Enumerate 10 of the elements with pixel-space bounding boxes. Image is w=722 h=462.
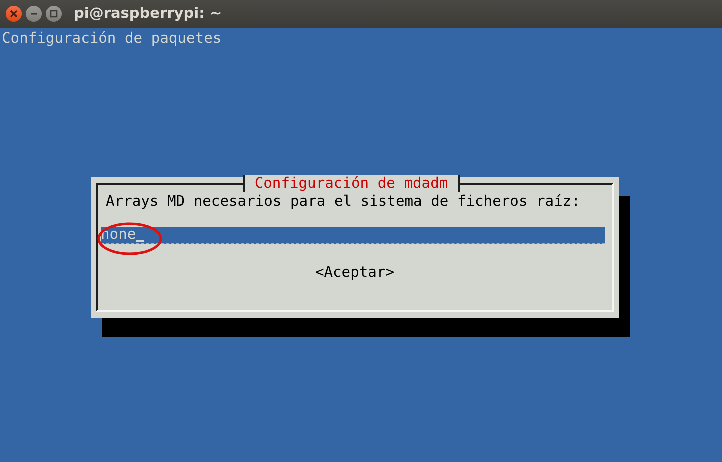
window-title: pi@raspberrypi: ~ [74, 6, 222, 22]
input-field[interactable]: none [101, 227, 605, 244]
close-icon[interactable] [6, 6, 22, 22]
highlight-ring [96, 221, 164, 257]
accept-button[interactable]: <Aceptar> [315, 264, 395, 282]
dialog-title: Configuración de mdadm [242, 175, 460, 192]
minimize-icon[interactable] [26, 6, 42, 22]
maximize-icon[interactable] [46, 6, 62, 22]
dialog-prompt: Arrays MD necesarios para el sistema de ficheros raíz: [106, 193, 582, 211]
terminal-heading: Configuración de paquetes [2, 30, 223, 48]
